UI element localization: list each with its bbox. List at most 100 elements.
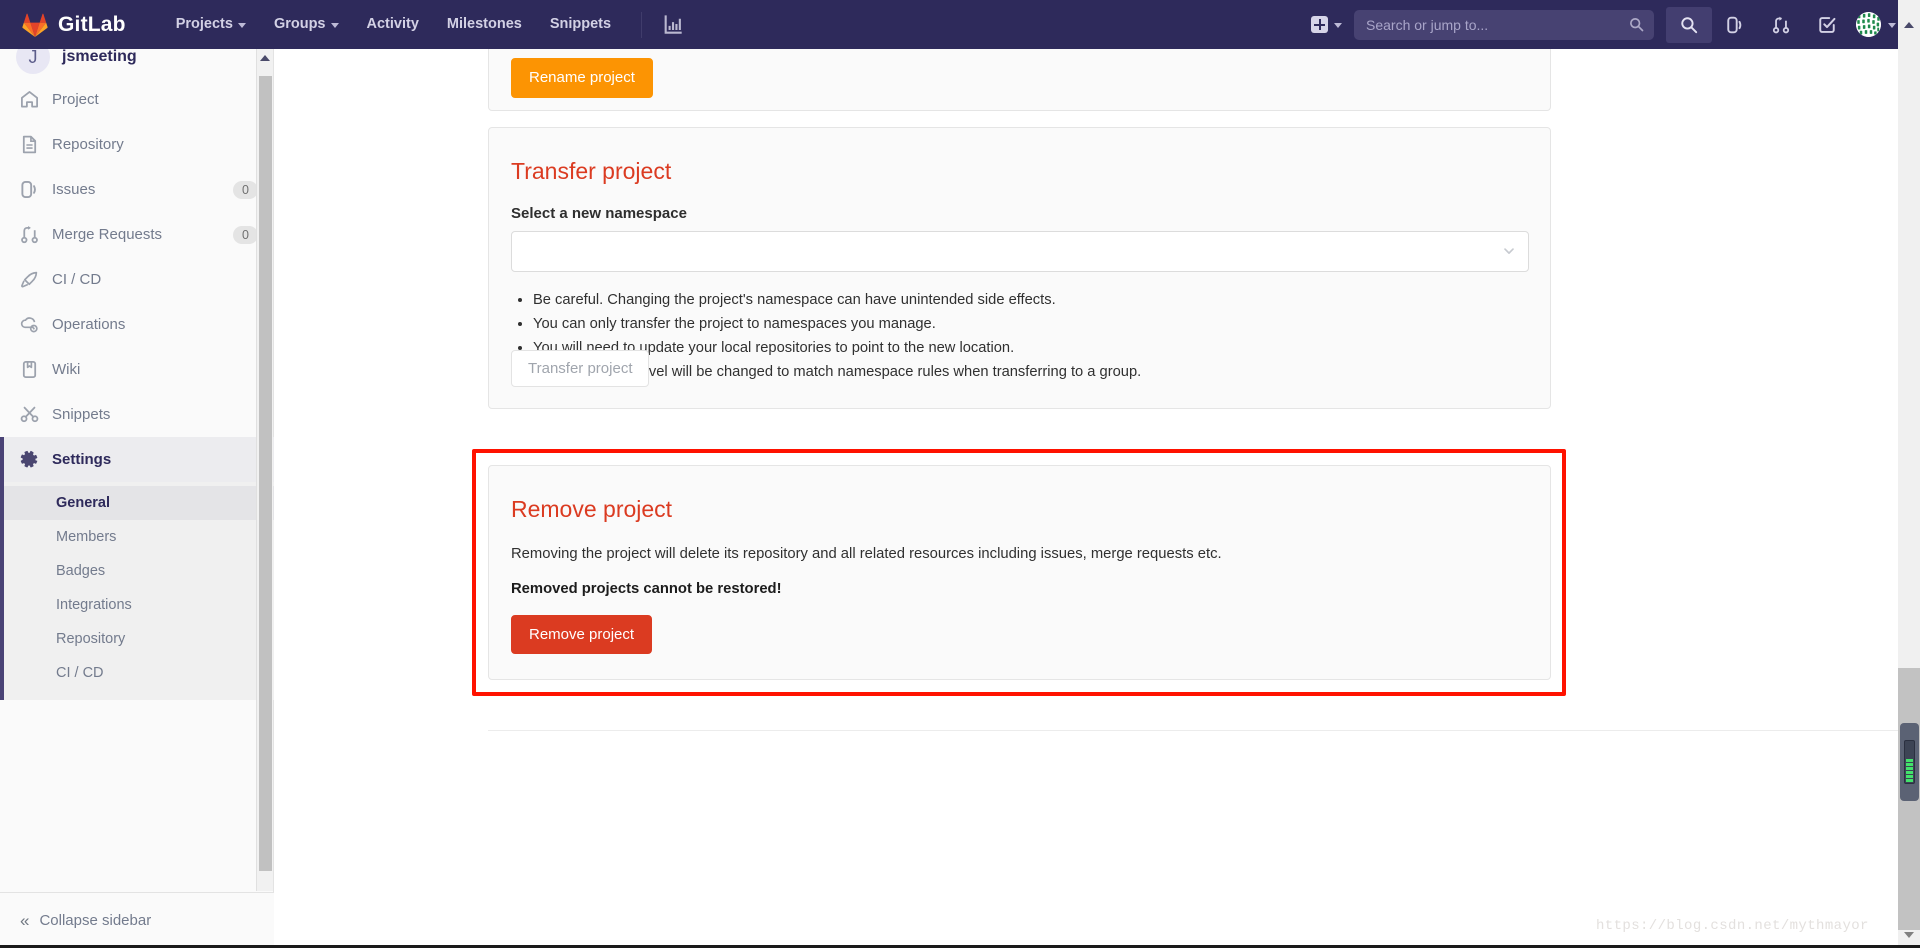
collapse-sidebar-button[interactable]: « Collapse sidebar: [0, 892, 274, 948]
merge-requests-icon: [21, 225, 38, 244]
sidebar-item-members[interactable]: Members: [4, 520, 274, 554]
transfer-project-button[interactable]: Transfer project: [511, 350, 650, 387]
gitlab-home-link[interactable]: GitLab: [22, 13, 126, 37]
window-scroll-down-button[interactable]: [1898, 926, 1920, 944]
collapse-sidebar-label: Collapse sidebar: [39, 912, 152, 929]
nav-snippets[interactable]: Snippets: [536, 0, 625, 49]
rename-project-button[interactable]: Rename project: [511, 58, 653, 98]
sidebar-subitem-label: Integrations: [56, 597, 132, 613]
issues-nav-button[interactable]: [1712, 0, 1758, 49]
sidebar-item-settings-repository[interactable]: Repository: [4, 622, 274, 656]
merge-requests-nav-button[interactable]: [1758, 0, 1804, 49]
transfer-hints-list: Be careful. Changing the project's names…: [511, 289, 1528, 384]
window-scrollbar-thumb[interactable]: [1900, 723, 1919, 801]
remove-project-title: Remove project: [511, 496, 673, 522]
nav-analytics-button[interactable]: [652, 0, 693, 49]
remove-project-description: Removing the project will delete its rep…: [511, 545, 1222, 562]
search-icon: [1681, 16, 1698, 33]
todos-nav-button[interactable]: [1804, 0, 1850, 49]
settings-submenu: General Members Badges Integrations Repo…: [0, 482, 274, 700]
sidebar-item-label: Issues: [52, 181, 96, 198]
sidebar-project-header[interactable]: J jsmeeting: [0, 49, 274, 77]
scissors-icon: [20, 406, 39, 423]
transfer-hint-item: You will need to update your local repos…: [533, 337, 1528, 360]
cloud-gear-icon: [20, 317, 38, 333]
transfer-hint-item: Project visibility level will be changed…: [533, 361, 1528, 384]
sidebar-subitem-label: General: [56, 495, 110, 511]
sidebar-item-general[interactable]: General: [4, 486, 274, 520]
issues-count-badge: 0: [233, 180, 258, 199]
sidebar-item-project[interactable]: Project: [0, 77, 274, 122]
transfer-project-title: Transfer project: [511, 158, 672, 184]
project-name: jsmeeting: [62, 49, 137, 65]
main-content: Rename project Transfer project Select a…: [275, 49, 1903, 948]
sidebar-item-repository[interactable]: Repository: [0, 122, 274, 167]
nav-groups[interactable]: Groups: [260, 0, 353, 49]
plus-square-icon: [1311, 16, 1328, 33]
merge-requests-icon: [1772, 16, 1790, 33]
gitlab-logo-icon: [22, 13, 48, 37]
chart-icon: [664, 15, 682, 34]
sidebar-item-label: Settings: [52, 451, 112, 468]
search-box[interactable]: [1354, 9, 1654, 40]
watermark-text: https://blog.csdn.net/mythmayor: [1596, 918, 1869, 934]
transfer-project-card: Transfer project Select a new namespace …: [488, 127, 1551, 409]
user-avatar: [1856, 12, 1881, 37]
nav-milestones[interactable]: Milestones: [433, 0, 536, 49]
sidebar-item-label: Project: [52, 91, 99, 108]
brand-name: GitLab: [58, 12, 126, 36]
project-avatar: J: [16, 49, 50, 74]
triangle-up-icon: [1904, 21, 1914, 28]
home-icon: [21, 91, 38, 108]
sidebar-scrollbar-thumb[interactable]: [259, 76, 272, 871]
search-icon: [1630, 18, 1644, 32]
transfer-hint-item: Be careful. Changing the project's names…: [533, 289, 1528, 312]
sidebar-subitem-label: Repository: [56, 631, 126, 647]
nav-snippets-label: Snippets: [549, 16, 612, 32]
sidebar-item-operations[interactable]: Operations: [0, 302, 274, 347]
content-divider: [488, 730, 1903, 731]
page-root: GitLab Projects Groups Activity Mileston…: [0, 0, 1920, 948]
double-chevron-left-icon: «: [20, 910, 30, 930]
triangle-up-icon: [260, 54, 270, 61]
chevron-down-icon: [1888, 23, 1896, 28]
namespace-field-label: Select a new namespace: [511, 204, 687, 222]
remove-project-button[interactable]: Remove project: [511, 614, 653, 655]
nav-projects-label: Projects: [175, 16, 233, 32]
navbar-right: [1303, 0, 1920, 49]
sidebar-subitem-label: CI / CD: [56, 665, 104, 681]
create-new-button[interactable]: [1303, 0, 1350, 49]
window-scrollbar[interactable]: [1898, 0, 1920, 948]
sidebar-item-integrations[interactable]: Integrations: [4, 588, 274, 622]
sidebar-item-merge-requests[interactable]: Merge Requests 0: [0, 212, 274, 257]
remove-project-card: Remove project Removing the project will…: [488, 465, 1551, 680]
sidebar-item-settings[interactable]: Settings: [0, 437, 274, 482]
transfer-hint-item: You can only transfer the project to nam…: [533, 313, 1528, 336]
sidebar-subitem-label: Members: [56, 529, 117, 545]
sidebar-item-issues[interactable]: Issues 0: [0, 167, 274, 212]
chevron-down-icon: [330, 23, 339, 28]
search-icon-button[interactable]: [1666, 6, 1712, 43]
nav-projects[interactable]: Projects: [162, 0, 260, 49]
sidebar-item-settings-ci-cd[interactable]: CI / CD: [4, 656, 274, 690]
nav-activity-label: Activity: [366, 16, 419, 32]
sidebar: J jsmeeting Project Repository Issues 0 …: [0, 49, 274, 948]
sidebar-scrollbar[interactable]: [256, 49, 273, 891]
sidebar-item-wiki[interactable]: Wiki: [0, 347, 274, 392]
window-scroll-up-button[interactable]: [1898, 0, 1920, 49]
sidebar-item-snippets[interactable]: Snippets: [0, 392, 274, 437]
sidebar-item-ci-cd[interactable]: CI / CD: [0, 257, 274, 302]
nav-activity[interactable]: Activity: [353, 0, 433, 49]
sidebar-scroll-up-button[interactable]: [257, 49, 273, 66]
issues-icon: [1727, 16, 1742, 33]
sidebar-item-label: Snippets: [52, 406, 111, 423]
search-input[interactable]: [1364, 15, 1629, 34]
sidebar-item-label: CI / CD: [52, 271, 102, 288]
document-icon: [22, 135, 37, 154]
sidebar-item-badges[interactable]: Badges: [4, 554, 274, 588]
battery-icon: [1904, 740, 1915, 784]
namespace-select[interactable]: [511, 230, 1529, 272]
nav-milestones-label: Milestones: [446, 16, 522, 32]
top-navbar: GitLab Projects Groups Activity Mileston…: [0, 0, 1920, 49]
sidebar-subitem-label: Badges: [56, 563, 106, 579]
